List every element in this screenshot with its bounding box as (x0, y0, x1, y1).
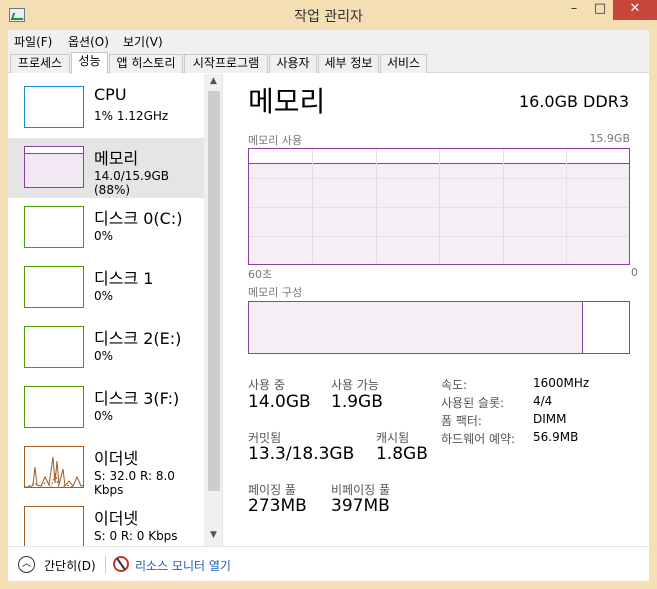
resource-value: S: 0 R: 0 Kbps (94, 529, 178, 543)
open-resource-monitor-link[interactable]: 리소스 모니터 열기 (135, 557, 231, 574)
slots-value: 4/4 (533, 394, 553, 408)
resource-name: 디스크 1 (94, 269, 154, 288)
hardware-reserved-value: 56.9MB (533, 430, 579, 444)
ethernet-thumbnail-graph (24, 446, 84, 488)
available-value: 1.9GB (331, 392, 383, 412)
resource-item-cpu[interactable]: CPU 1% 1.12GHz (8, 78, 204, 138)
speed-value: 1600MHz (533, 376, 590, 390)
graph-time-left: 60초 (248, 268, 273, 281)
graph-time-right: 0 (631, 266, 638, 279)
resource-value: 0% (94, 289, 114, 303)
ethernet-thumbnail-graph (24, 506, 84, 546)
memory-detail-panel: 메모리 16.0GB DDR3 메모리 사용 15.9GB 60초 0 메모리 … (224, 74, 649, 546)
page-title: 메모리 (248, 85, 326, 118)
resource-list: CPU 1% 1.12GHz 메모리 14.0/15.9GB (88%) 디스크… (8, 74, 223, 546)
chevron-up-icon[interactable]: ︿ (18, 556, 35, 573)
tab-processes[interactable]: 프로세스 (10, 54, 70, 73)
tab-users[interactable]: 사용자 (269, 54, 317, 73)
window-client: 파일(F) 옵션(O) 보기(V) 프로세스 성능 앱 히스토리 시작프로그램 … (8, 30, 649, 581)
resource-monitor-icon[interactable] (113, 556, 129, 572)
speed-label: 속도: (441, 378, 468, 392)
title-bar: 작업 관리자 – □ ✕ (0, 0, 657, 30)
memory-spec: 16.0GB DDR3 (518, 92, 629, 111)
footer-bar: ︿ 간단히(D) 리소스 모니터 열기 (8, 546, 649, 581)
tab-app-history[interactable]: 앱 히스토리 (109, 54, 183, 73)
disk-thumbnail-graph (24, 326, 84, 368)
resource-list-scrollbar[interactable]: ▲ ▼ (204, 74, 222, 546)
resource-item-disk-2[interactable]: 디스크 2(E:) 0% (8, 318, 204, 378)
resource-value: 0% (94, 409, 114, 423)
menu-bar: 파일(F) 옵션(O) 보기(V) (8, 30, 649, 52)
footer-separator (105, 556, 106, 574)
tab-services[interactable]: 서비스 (380, 54, 427, 73)
nonpaged-pool-value: 397MB (331, 496, 390, 516)
tab-details[interactable]: 세부 정보 (318, 54, 379, 73)
committed-value: 13.3/18.3GB (248, 444, 355, 464)
form-factor-label: 폼 팩터: (441, 414, 482, 428)
resource-value: 14.0/15.9GB (88%) (94, 169, 170, 197)
resource-value: S: 32.0 R: 8.0 Kbps (94, 469, 175, 497)
resource-item-disk-3[interactable]: 디스크 3(F:) 0% (8, 378, 204, 438)
resource-item-ethernet-2[interactable]: 이더넷 S: 0 R: 0 Kbps (8, 498, 204, 546)
disk-thumbnail-graph (24, 266, 84, 308)
resource-name: 메모리 (94, 149, 139, 168)
memory-composition-bar (248, 301, 630, 354)
disk-thumbnail-graph (24, 206, 84, 248)
memory-usage-label: 메모리 사용 (248, 134, 303, 147)
scroll-down-arrow-icon[interactable]: ▼ (204, 530, 222, 544)
resource-name: 이더넷 (94, 509, 139, 528)
tab-performance[interactable]: 성능 (71, 52, 108, 74)
resource-item-ethernet-1[interactable]: 이더넷 S: 32.0 R: 8.0 Kbps (8, 438, 204, 498)
available-label: 사용 가능 (331, 378, 379, 392)
resource-item-disk-1[interactable]: 디스크 1 0% (8, 258, 204, 318)
menu-options[interactable]: 옵션(O) (68, 33, 109, 50)
in-use-value: 14.0GB (248, 392, 311, 412)
cpu-thumbnail-graph (24, 86, 84, 128)
paged-pool-value: 273MB (248, 496, 307, 516)
tab-startup[interactable]: 시작프로그램 (184, 54, 268, 73)
memory-usage-graph (248, 148, 630, 265)
hardware-reserved-label: 하드웨어 예약: (441, 432, 516, 446)
scrollbar-thumb[interactable] (208, 91, 220, 491)
resource-name: 디스크 0(C:) (94, 209, 183, 228)
menu-view[interactable]: 보기(V) (123, 33, 163, 50)
resource-value: 0% (94, 349, 114, 363)
slots-label: 사용된 슬롯: (441, 396, 505, 410)
resource-name: 디스크 2(E:) (94, 329, 182, 348)
disk-thumbnail-graph (24, 386, 84, 428)
scroll-up-arrow-icon[interactable]: ▲ (204, 76, 222, 90)
cached-value: 1.8GB (376, 444, 428, 464)
minimize-button[interactable]: – (561, 0, 587, 20)
memory-thumbnail-graph (24, 146, 84, 188)
maximize-button[interactable]: □ (587, 0, 613, 20)
memory-composition-label: 메모리 구성 (248, 286, 303, 299)
resource-item-disk-0[interactable]: 디스크 0(C:) 0% (8, 198, 204, 258)
resource-item-memory[interactable]: 메모리 14.0/15.9GB (88%) (8, 138, 204, 198)
form-factor-value: DIMM (533, 412, 567, 426)
resource-name: 디스크 3(F:) (94, 389, 180, 408)
resource-name: CPU (94, 85, 127, 104)
close-button[interactable]: ✕ (613, 0, 657, 20)
resource-name: 이더넷 (94, 449, 139, 468)
tab-strip: 프로세스 성능 앱 히스토리 시작프로그램 사용자 세부 정보 서비스 (8, 52, 649, 74)
fewer-details-button[interactable]: 간단히(D) (44, 557, 96, 574)
memory-usage-max: 15.9GB (589, 132, 630, 145)
resource-value: 1% 1.12GHz (94, 109, 169, 123)
menu-file[interactable]: 파일(F) (14, 33, 52, 50)
in-use-label: 사용 중 (248, 378, 285, 392)
window-title: 작업 관리자 (294, 9, 363, 25)
memory-in-use-segment (249, 302, 584, 353)
resource-value: 0% (94, 229, 114, 243)
